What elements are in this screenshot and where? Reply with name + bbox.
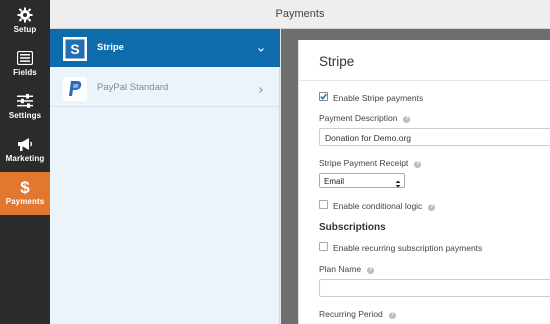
dollar-icon: $ — [0, 178, 50, 196]
label-text: Recurring Period — [319, 309, 383, 319]
select-arrows-icon — [395, 176, 401, 188]
help-icon[interactable]: ? — [414, 161, 422, 168]
svg-text:$: $ — [20, 178, 30, 196]
subscriptions-heading: Subscriptions — [319, 222, 386, 233]
nav-label: Fields — [13, 68, 37, 77]
payment-receipt-select[interactable]: Email — [319, 173, 405, 188]
paypal-logo-icon — [63, 77, 87, 101]
recurring-subscription-label: Enable recurring subscription payments — [333, 243, 483, 253]
label-text: Plan Name — [319, 264, 362, 274]
nav-marketing[interactable]: Marketing — [0, 129, 50, 172]
nav-label: Settings — [8, 111, 42, 120]
payment-providers-panel: S Stripe PayPal Standard — [50, 29, 280, 324]
payment-description-input[interactable]: Donation for Demo.org — [319, 128, 550, 146]
enable-stripe-checkbox[interactable] — [319, 92, 328, 101]
sliders-icon — [0, 92, 50, 110]
divider — [299, 80, 550, 81]
nav-label: Marketing — [5, 154, 45, 163]
nav-setup[interactable]: Setup — [0, 0, 50, 43]
provider-name: Stripe — [97, 42, 124, 53]
builder-sidebar: Setup Fields Settings Marketing $ Paymen… — [0, 0, 50, 324]
chevron-down-icon — [256, 42, 266, 52]
label-text: Enable conditional logic — [333, 201, 423, 211]
help-icon[interactable]: ? — [367, 267, 375, 274]
plan-name-input[interactable] — [319, 279, 550, 297]
label-text: Payment Description — [319, 113, 398, 123]
help-icon[interactable]: ? — [403, 116, 411, 123]
page-title: Payments — [275, 8, 325, 20]
provider-name: PayPal Standard — [97, 82, 169, 93]
input-value: Donation for Demo.org — [325, 133, 411, 143]
nav-label: Setup — [13, 25, 37, 34]
select-value: Email — [324, 177, 345, 186]
nav-fields[interactable]: Fields — [0, 43, 50, 86]
provider-stripe[interactable]: S Stripe — [50, 29, 280, 67]
nav-payments[interactable]: $ Payments — [0, 172, 50, 215]
plan-name-label: Plan Name? — [319, 264, 375, 274]
checkmark-icon — [320, 93, 327, 100]
svg-text:S: S — [70, 41, 79, 57]
megaphone-icon — [0, 135, 50, 153]
label-text: Stripe Payment Receipt — [319, 158, 409, 168]
gear-icon — [0, 6, 50, 24]
conditional-logic-checkbox[interactable] — [319, 200, 328, 209]
card-title: Stripe — [319, 54, 355, 69]
recurring-subscription-checkbox[interactable] — [319, 242, 328, 251]
enable-stripe-label: Enable Stripe payments — [333, 93, 424, 103]
payment-description-label: Payment Description? — [319, 113, 411, 123]
nav-label: Payments — [5, 197, 45, 206]
fields-list-icon — [0, 49, 50, 67]
payment-receipt-label: Stripe Payment Receipt? — [319, 158, 422, 168]
stripe-settings-card: Stripe Enable Stripe payments Payment De… — [298, 40, 550, 324]
page-header: Payments — [50, 0, 550, 29]
provider-paypal[interactable]: PayPal Standard — [50, 69, 280, 107]
conditional-logic-label: Enable conditional logic? — [333, 201, 436, 211]
recurring-period-label: Recurring Period? — [319, 309, 396, 319]
stripe-logo-icon: S — [63, 37, 87, 61]
help-icon[interactable]: ? — [388, 312, 396, 319]
nav-settings[interactable]: Settings — [0, 86, 50, 129]
help-icon[interactable]: ? — [428, 204, 436, 211]
chevron-right-icon — [256, 82, 266, 93]
